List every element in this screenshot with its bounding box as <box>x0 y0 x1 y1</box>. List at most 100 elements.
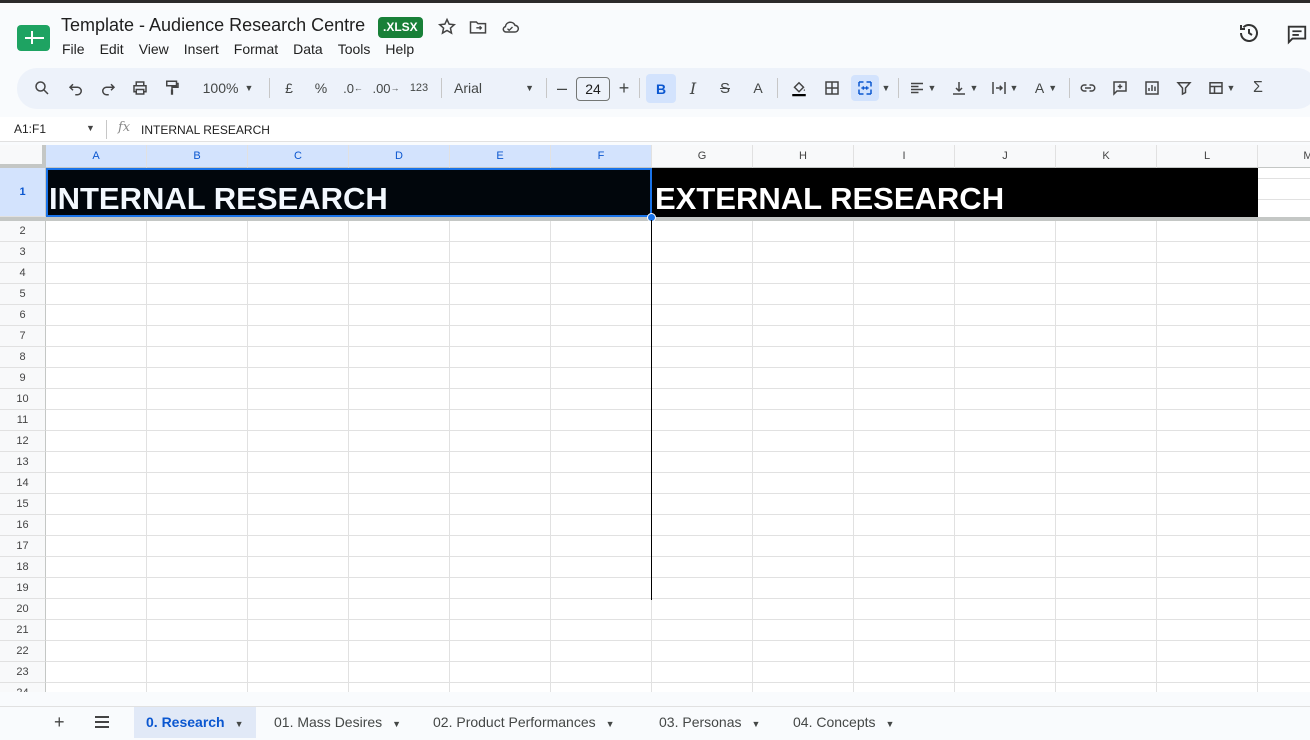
document-title[interactable]: Template - Audience Research Centre <box>61 15 365 36</box>
menu-view[interactable]: View <box>139 41 169 57</box>
row-header-20[interactable]: 20 <box>0 599 46 620</box>
row-header-17[interactable]: 17 <box>0 536 46 557</box>
move-folder-icon[interactable] <box>468 17 488 37</box>
column-header-l[interactable]: L <box>1157 145 1258 168</box>
search-menus-icon[interactable] <box>31 75 53 101</box>
row-header-22[interactable]: 22 <box>0 641 46 662</box>
cell-area[interactable] <box>46 168 1310 692</box>
more-formats-button[interactable]: 123 <box>407 75 431 101</box>
sheet-tab-0[interactable]: 0. Research ▼ <box>134 707 256 738</box>
format-currency-button[interactable]: £ <box>279 75 299 101</box>
menu-file[interactable]: File <box>62 41 85 57</box>
column-header-m[interactable]: M <box>1258 145 1310 168</box>
row-header-14[interactable]: 14 <box>0 473 46 494</box>
row-header-8[interactable]: 8 <box>0 347 46 368</box>
chevron-down-icon[interactable]: ▼ <box>606 719 615 729</box>
column-header-f[interactable]: F <box>551 145 652 168</box>
paint-format-icon[interactable] <box>161 75 183 101</box>
row-header-4[interactable]: 4 <box>0 263 46 284</box>
menu-format[interactable]: Format <box>234 41 278 57</box>
column-header-j[interactable]: J <box>955 145 1056 168</box>
row-header-23[interactable]: 23 <box>0 662 46 683</box>
row-header-1[interactable]: 1 <box>0 168 46 217</box>
row-header-3[interactable]: 3 <box>0 242 46 263</box>
column-header-i[interactable]: I <box>854 145 955 168</box>
text-color-button[interactable]: A <box>748 75 768 101</box>
row-header-24[interactable]: 24 <box>0 683 46 692</box>
column-header-d[interactable]: D <box>349 145 450 168</box>
row-header-6[interactable]: 6 <box>0 305 46 326</box>
all-sheets-menu-icon[interactable] <box>94 715 110 729</box>
insert-chart-button[interactable] <box>1141 75 1163 101</box>
row-header-13[interactable]: 13 <box>0 452 46 473</box>
row-header-18[interactable]: 18 <box>0 557 46 578</box>
sheet-tab-3[interactable]: 03. Personas ▼ <box>647 707 772 738</box>
undo-icon[interactable] <box>65 75 87 101</box>
vertical-align-select[interactable]: ▼ <box>947 75 981 101</box>
chevron-down-icon[interactable]: ▼ <box>886 719 895 729</box>
row-header-2[interactable]: 2 <box>0 221 46 242</box>
column-header-k[interactable]: K <box>1056 145 1157 168</box>
column-header-h[interactable]: H <box>753 145 854 168</box>
create-filter-button[interactable] <box>1173 75 1195 101</box>
functions-button[interactable]: Σ <box>1249 75 1267 101</box>
print-icon[interactable] <box>129 75 151 101</box>
column-header-g[interactable]: G <box>652 145 753 168</box>
chevron-down-icon[interactable]: ▼ <box>392 719 401 729</box>
italic-button[interactable]: I <box>683 75 703 101</box>
row-header-11[interactable]: 11 <box>0 410 46 431</box>
decrease-font-size-button[interactable]: – <box>553 75 571 101</box>
insert-link-button[interactable] <box>1077 75 1099 101</box>
row-header-19[interactable]: 19 <box>0 578 46 599</box>
increase-font-size-button[interactable]: + <box>615 75 633 101</box>
redo-icon[interactable] <box>97 75 119 101</box>
row-header-16[interactable]: 16 <box>0 515 46 536</box>
format-percent-button[interactable]: % <box>311 75 331 101</box>
decrease-decimals-button[interactable]: .0 ← <box>341 75 365 101</box>
cell-g1[interactable]: EXTERNAL RESEARCH <box>655 181 1004 217</box>
column-header-b[interactable]: B <box>147 145 248 168</box>
insert-comment-button[interactable] <box>1109 75 1131 101</box>
chevron-down-icon[interactable]: ▼ <box>86 123 95 133</box>
filter-views-select[interactable]: ▼ <box>1203 75 1239 101</box>
bold-button[interactable]: B <box>646 74 676 103</box>
column-header-c[interactable]: C <box>248 145 349 168</box>
add-sheet-icon[interactable]: + <box>54 712 65 733</box>
spreadsheet-grid[interactable]: ABCDEFGHIJKLM 1 2 3 4 5 6 7 8 9 10 11 12 13 14 15 16 17 1… <box>0 145 1310 692</box>
merge-options-dropdown[interactable]: ▼ <box>880 75 892 101</box>
merge-cells-button[interactable] <box>851 75 879 101</box>
name-box[interactable]: A1:F1 <box>14 122 46 136</box>
menu-insert[interactable]: Insert <box>184 41 219 57</box>
menu-edit[interactable]: Edit <box>100 41 124 57</box>
column-header-a[interactable]: A <box>46 145 147 168</box>
sheet-tab-4[interactable]: 04. Concepts ▼ <box>781 707 906 738</box>
row-header-15[interactable]: 15 <box>0 494 46 515</box>
formula-input[interactable]: INTERNAL RESEARCH <box>141 123 270 137</box>
strikethrough-button[interactable]: S <box>715 75 735 101</box>
select-all-corner[interactable] <box>0 145 46 168</box>
text-rotation-select[interactable]: A ▼ <box>1029 75 1063 101</box>
sheet-tab-1[interactable]: 01. Mass Desires ▼ <box>262 707 413 738</box>
sheet-tab-2[interactable]: 02. Product Performances ▼ <box>421 707 627 738</box>
menu-data[interactable]: Data <box>293 41 323 57</box>
comments-icon[interactable] <box>1285 23 1309 45</box>
horizontal-align-select[interactable]: ▼ <box>905 75 939 101</box>
row-header-10[interactable]: 10 <box>0 389 46 410</box>
row-header-5[interactable]: 5 <box>0 284 46 305</box>
zoom-select[interactable]: 100% ▼ <box>195 75 261 101</box>
font-family-select[interactable]: Arial ▼ <box>454 75 534 101</box>
borders-button[interactable] <box>821 75 843 101</box>
row-header-9[interactable]: 9 <box>0 368 46 389</box>
row-header-12[interactable]: 12 <box>0 431 46 452</box>
star-icon[interactable] <box>437 17 457 37</box>
row-header-21[interactable]: 21 <box>0 620 46 641</box>
row-header-7[interactable]: 7 <box>0 326 46 347</box>
menu-tools[interactable]: Tools <box>338 41 371 57</box>
font-size-input[interactable]: 24 <box>576 77 610 101</box>
menu-help[interactable]: Help <box>385 41 414 57</box>
fill-color-button[interactable] <box>787 75 811 101</box>
sheets-logo-icon[interactable] <box>17 25 50 51</box>
column-header-e[interactable]: E <box>450 145 551 168</box>
chevron-down-icon[interactable]: ▼ <box>752 719 761 729</box>
version-history-icon[interactable] <box>1237 21 1261 45</box>
